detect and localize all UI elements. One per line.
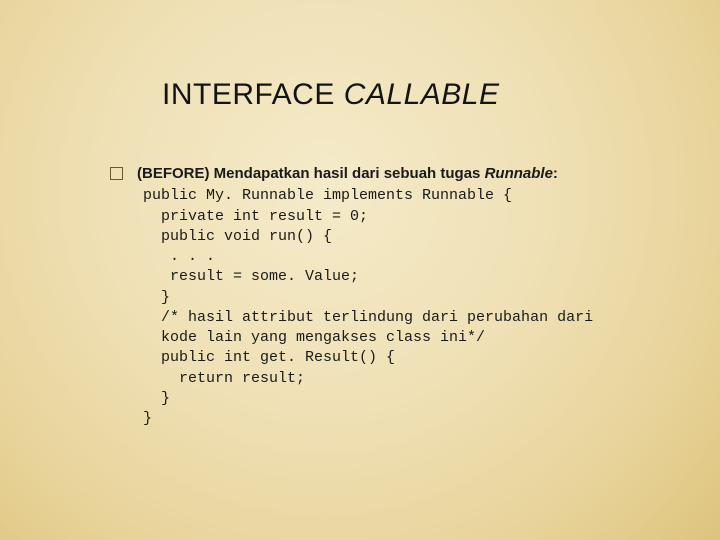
intro-line: (BEFORE) Mendapatkan hasil dari sebuah t… bbox=[137, 164, 593, 184]
bullet-item: (BEFORE) Mendapatkan hasil dari sebuah t… bbox=[110, 164, 680, 429]
intro-em: Runnable bbox=[485, 165, 553, 182]
title-word-2: CALLABLE bbox=[344, 78, 500, 111]
title-word-1: INTERFACE bbox=[162, 78, 335, 111]
square-bullet-icon bbox=[110, 167, 123, 180]
bullet-content: (BEFORE) Mendapatkan hasil dari sebuah t… bbox=[137, 164, 593, 429]
code-block: public My. Runnable implements Runnable … bbox=[143, 186, 593, 429]
slide-title: INTERFACE CALLABLE bbox=[162, 78, 680, 112]
intro-suffix: : bbox=[553, 165, 558, 182]
slide: INTERFACE CALLABLE (BEFORE) Mendapatkan … bbox=[0, 0, 720, 540]
intro-prefix: (BEFORE) Mendapatkan hasil dari sebuah t… bbox=[137, 165, 485, 182]
